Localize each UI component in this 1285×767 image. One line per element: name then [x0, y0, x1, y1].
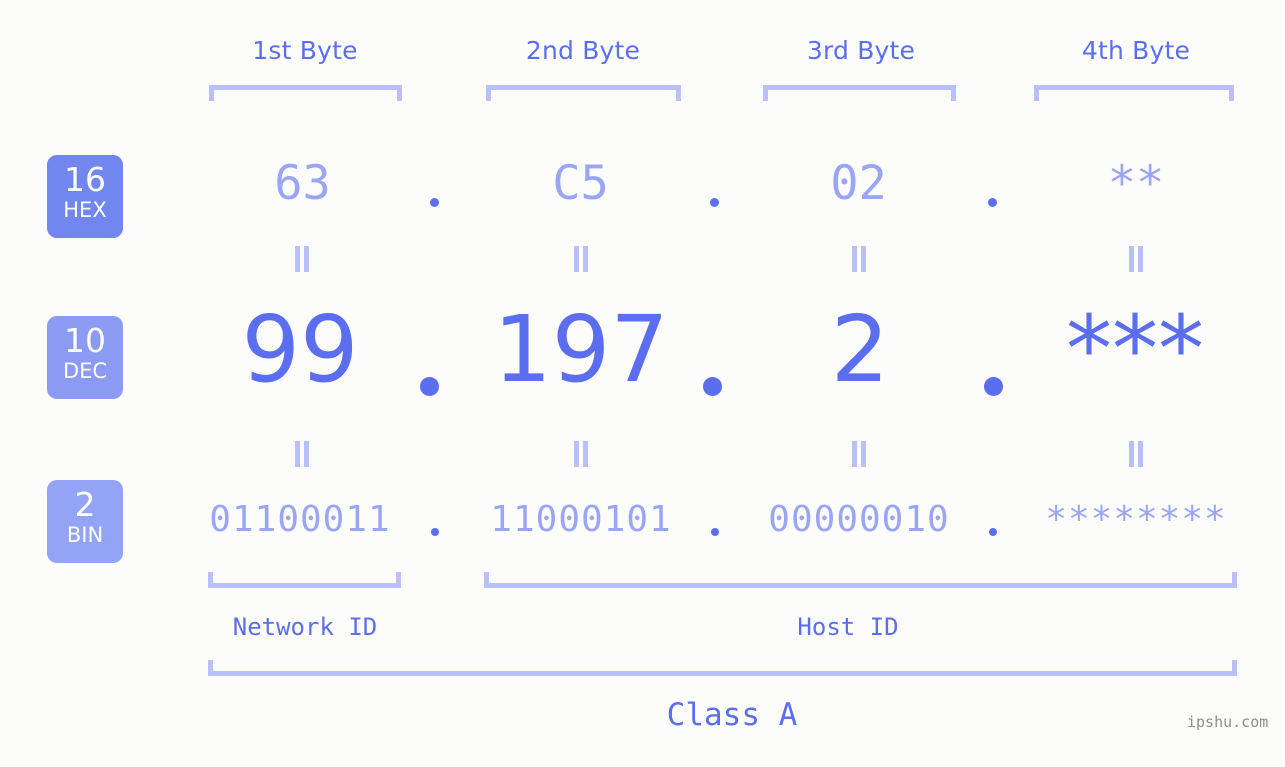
equality-mark-hex-dec-3: [851, 246, 867, 272]
bin-byte-1: 01100011: [209, 499, 391, 540]
host-id-label: Host ID: [797, 613, 899, 641]
bin-separator-3: [989, 528, 997, 536]
dec-byte-1: 99: [241, 296, 359, 403]
ip-breakdown-diagram: 1st Byte 2nd Byte 3rd Byte 4th Byte 16 H…: [0, 0, 1285, 767]
radix-badge-number: 16: [64, 160, 106, 199]
site-watermark: ipshu.com: [1187, 713, 1269, 731]
hex-separator-2: [710, 198, 719, 207]
equality-mark-hex-dec-4: [1128, 246, 1144, 272]
byte-bracket-top-2: [486, 85, 681, 101]
radix-badge-abbr: DEC: [62, 359, 108, 383]
byte-header-4: 4th Byte: [1036, 36, 1236, 65]
byte-bracket-top-4: [1034, 85, 1234, 101]
dec-byte-4: ***: [1066, 296, 1204, 403]
radix-badge-abbr: HEX: [63, 198, 107, 222]
bin-byte-3: 00000010: [768, 499, 950, 540]
equality-mark-hex-dec-2: [573, 246, 589, 272]
bin-byte-4: ********: [1045, 499, 1227, 540]
radix-badge-dec: 10 DEC: [47, 316, 123, 399]
byte-bracket-top-3: [763, 85, 956, 101]
hex-byte-4: **: [1107, 156, 1165, 211]
equality-mark-dec-bin-3: [851, 441, 867, 467]
dec-separator-3: [984, 377, 1003, 396]
dec-byte-3: 2: [830, 296, 890, 403]
class-bracket: [208, 660, 1237, 676]
byte-header-3: 3rd Byte: [761, 36, 961, 65]
dec-byte-2: 197: [493, 296, 669, 403]
byte-bracket-top-1: [209, 85, 402, 101]
byte-header-label: 4th Byte: [1081, 36, 1191, 65]
bin-separator-2: [711, 528, 719, 536]
byte-header-label: 2nd Byte: [525, 36, 641, 65]
byte-header-label: 1st Byte: [252, 36, 358, 65]
byte-header-label: 3rd Byte: [806, 36, 916, 65]
network-id-label: Network ID: [232, 613, 378, 641]
class-label: Class A: [666, 697, 798, 733]
hex-byte-1: 63: [274, 156, 331, 211]
radix-badge-hex: 16 HEX: [47, 155, 123, 238]
byte-header-1: 1st Byte: [205, 36, 405, 65]
hex-byte-2: C5: [552, 156, 609, 211]
equality-mark-dec-bin-1: [294, 441, 310, 467]
equality-mark-hex-dec-1: [294, 246, 310, 272]
dec-separator-2: [703, 377, 722, 396]
hex-separator-1: [430, 198, 439, 207]
dec-separator-1: [420, 377, 439, 396]
hex-byte-3: 02: [830, 156, 887, 211]
host-id-bracket: [484, 572, 1237, 588]
equality-mark-dec-bin-4: [1128, 441, 1144, 467]
network-id-bracket: [208, 572, 401, 588]
radix-badge-number: 2: [74, 485, 96, 524]
byte-header-2: 2nd Byte: [483, 36, 683, 65]
equality-mark-dec-bin-2: [573, 441, 589, 467]
bin-separator-1: [431, 528, 439, 536]
radix-badge-bin: 2 BIN: [47, 480, 123, 563]
radix-badge-abbr: BIN: [66, 523, 104, 547]
hex-separator-3: [988, 198, 997, 207]
bin-byte-2: 11000101: [490, 499, 672, 540]
radix-badge-number: 10: [64, 321, 106, 360]
